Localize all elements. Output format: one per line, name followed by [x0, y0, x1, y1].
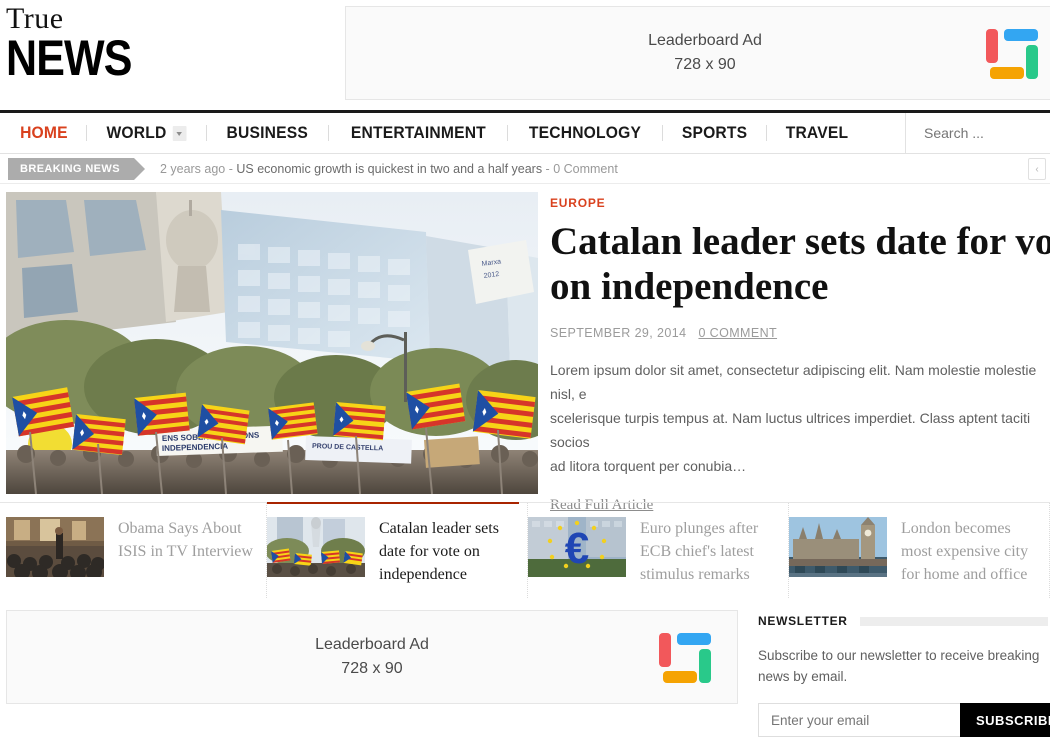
breaking-news-item[interactable]: 2 years ago - US economic growth is quic…	[160, 162, 618, 176]
site-header: True NEWS Leaderboard Ad 728 x 90	[0, 0, 1050, 110]
breaking-news-time: 2 years ago	[159, 161, 226, 176]
hero-feature: Marxa 2012 ENS SOBEN 50 NACIONS INDEPE	[0, 184, 1050, 513]
newsletter-header: NEWSLETTER	[758, 614, 1048, 628]
chevron-down-icon[interactable]	[172, 125, 187, 141]
nav-item-sports[interactable]: SPORTS	[667, 113, 762, 153]
ad-label: Leaderboard Ad	[648, 32, 762, 49]
hero-excerpt: Lorem ipsum dolor sit amet, consectetur …	[550, 362, 1037, 474]
hero-content: EUROPE Catalan leader sets date for vote…	[538, 192, 1050, 513]
search-container[interactable]	[905, 113, 1050, 153]
carousel-item-obama[interactable]: Obama Says About ISIS in TV Interview	[6, 503, 267, 598]
site-logo[interactable]: True NEWS	[6, 4, 336, 86]
newsletter-subscribe-button[interactable]: SUBSCRIBE	[960, 703, 1050, 737]
nav-divider	[85, 125, 87, 141]
nav-divider	[206, 125, 208, 141]
search-input[interactable]	[924, 125, 1044, 141]
carousel-item-title: Catalan leader sets date for vote on ind…	[379, 520, 499, 583]
logo-text-news: NEWS	[6, 30, 132, 86]
breaking-news-bar: BREAKING NEWS 2 years ago - US economic …	[0, 154, 1050, 184]
breaking-news-comments[interactable]: 0 Comment	[553, 162, 618, 176]
newsletter-form: SUBSCRIBE	[758, 703, 1050, 737]
hero-headline[interactable]: Catalan leader sets date for vote on ind…	[550, 219, 1050, 309]
newsletter-email-input[interactable]	[758, 703, 960, 737]
hero-category-label[interactable]: EUROPE	[550, 196, 1050, 210]
leaderboard-ad-top[interactable]: Leaderboard Ad 728 x 90	[345, 6, 1050, 100]
thumbnail-image	[267, 517, 365, 577]
nav-item-list: HOME WORLD BUSINESS ENTERTAINMENT TECHNO…	[0, 113, 867, 153]
article-carousel: Obama Says About ISIS in TV Interview Ca…	[0, 502, 1050, 598]
ad-label: Leaderboard Ad	[315, 636, 429, 653]
newsletter-title: NEWSLETTER	[758, 614, 848, 628]
carousel-item-euro[interactable]: € Euro plunges after ECB chief's latest …	[528, 503, 789, 598]
nav-label: TECHNOLOGY	[529, 123, 642, 142]
newsletter-description: Subscribe to our newsletter to receive b…	[758, 648, 1040, 684]
nav-label: WORLD	[106, 123, 167, 142]
bottom-section: Leaderboard Ad 728 x 90 NEWSLETTER Subsc…	[0, 610, 1050, 737]
svg-text:€: €	[565, 524, 589, 573]
breaking-sep: -	[225, 161, 237, 176]
carousel-item-title: London becomes most expensive city for h…	[901, 520, 1029, 583]
nav-item-home[interactable]: HOME	[5, 113, 82, 153]
breaking-news-title[interactable]: US economic growth is quickest in two an…	[236, 162, 542, 176]
euro-sign-sculpture-graphic: €	[528, 517, 626, 577]
hero-meta: SEPTEMBER 29, 2014 0 COMMENT	[550, 326, 1050, 340]
westminster-big-ben-graphic	[789, 517, 887, 577]
ad-placeholder-text: Leaderboard Ad 728 x 90	[315, 633, 429, 681]
main-navigation: HOME WORLD BUSINESS ENTERTAINMENT TECHNO…	[0, 110, 1050, 154]
nav-divider	[662, 125, 664, 141]
nav-divider	[766, 125, 768, 141]
carousel-item-title: Obama Says About ISIS in TV Interview	[118, 520, 253, 560]
nav-label: SPORTS	[682, 123, 748, 142]
ad-size: 728 x 90	[674, 56, 736, 73]
nav-item-world[interactable]: WORLD	[92, 113, 202, 153]
newsletter-rule	[859, 616, 1048, 626]
nav-item-travel[interactable]: TRAVEL	[771, 113, 863, 153]
leaderboard-ad-bottom[interactable]: Leaderboard Ad 728 x 90	[6, 610, 738, 704]
carousel-item-catalan[interactable]: Catalan leader sets date for vote on ind…	[267, 502, 528, 598]
nav-label: TRAVEL	[786, 123, 849, 142]
nav-item-technology[interactable]: TECHNOLOGY	[514, 113, 656, 153]
nav-item-business[interactable]: BUSINESS	[212, 113, 323, 153]
ad-pinwheel-logo-icon	[986, 25, 1042, 81]
newsletter-widget: NEWSLETTER Subscribe to our newsletter t…	[758, 610, 1050, 737]
obama-press-conference-graphic	[6, 517, 104, 577]
thumbnail-image: €	[528, 517, 626, 577]
breaking-sep: -	[542, 161, 554, 176]
hero-date: SEPTEMBER 29, 2014	[550, 326, 687, 340]
nav-divider	[507, 125, 509, 141]
thumbnail-image	[789, 517, 887, 577]
hero-image[interactable]: Marxa 2012 ENS SOBEN 50 NACIONS INDEPE	[6, 192, 538, 494]
carousel-item-title: Euro plunges after ECB chief's latest st…	[640, 520, 759, 583]
thumbnail-image	[6, 517, 104, 577]
nav-label: ENTERTAINMENT	[350, 123, 486, 142]
hero-headline-line1: Catalan leader sets date for vote	[550, 220, 1050, 263]
nav-divider	[327, 125, 329, 141]
breaking-news-badge: BREAKING NEWS	[8, 157, 145, 180]
nav-label: HOME	[20, 123, 68, 142]
carousel-item-london[interactable]: London becomes most expensive city for h…	[789, 503, 1050, 598]
nav-label: BUSINESS	[226, 123, 309, 142]
ad-size: 728 x 90	[341, 660, 403, 677]
ad-pinwheel-logo-icon	[659, 629, 715, 685]
breaking-prev-button[interactable]: ‹	[1028, 158, 1046, 180]
nav-item-entertainment[interactable]: ENTERTAINMENT	[336, 113, 500, 153]
ad-placeholder-text: Leaderboard Ad 728 x 90	[648, 29, 762, 77]
hero-headline-line2: on independence	[550, 265, 829, 308]
catalan-rally-graphic	[267, 517, 365, 577]
hero-image-graphic: Marxa 2012 ENS SOBEN 50 NACIONS INDEPE	[6, 192, 538, 494]
hero-comment-link[interactable]: 0 COMMENT	[698, 326, 777, 340]
news-homepage: True NEWS Leaderboard Ad 728 x 90 HOME W…	[0, 0, 1050, 750]
